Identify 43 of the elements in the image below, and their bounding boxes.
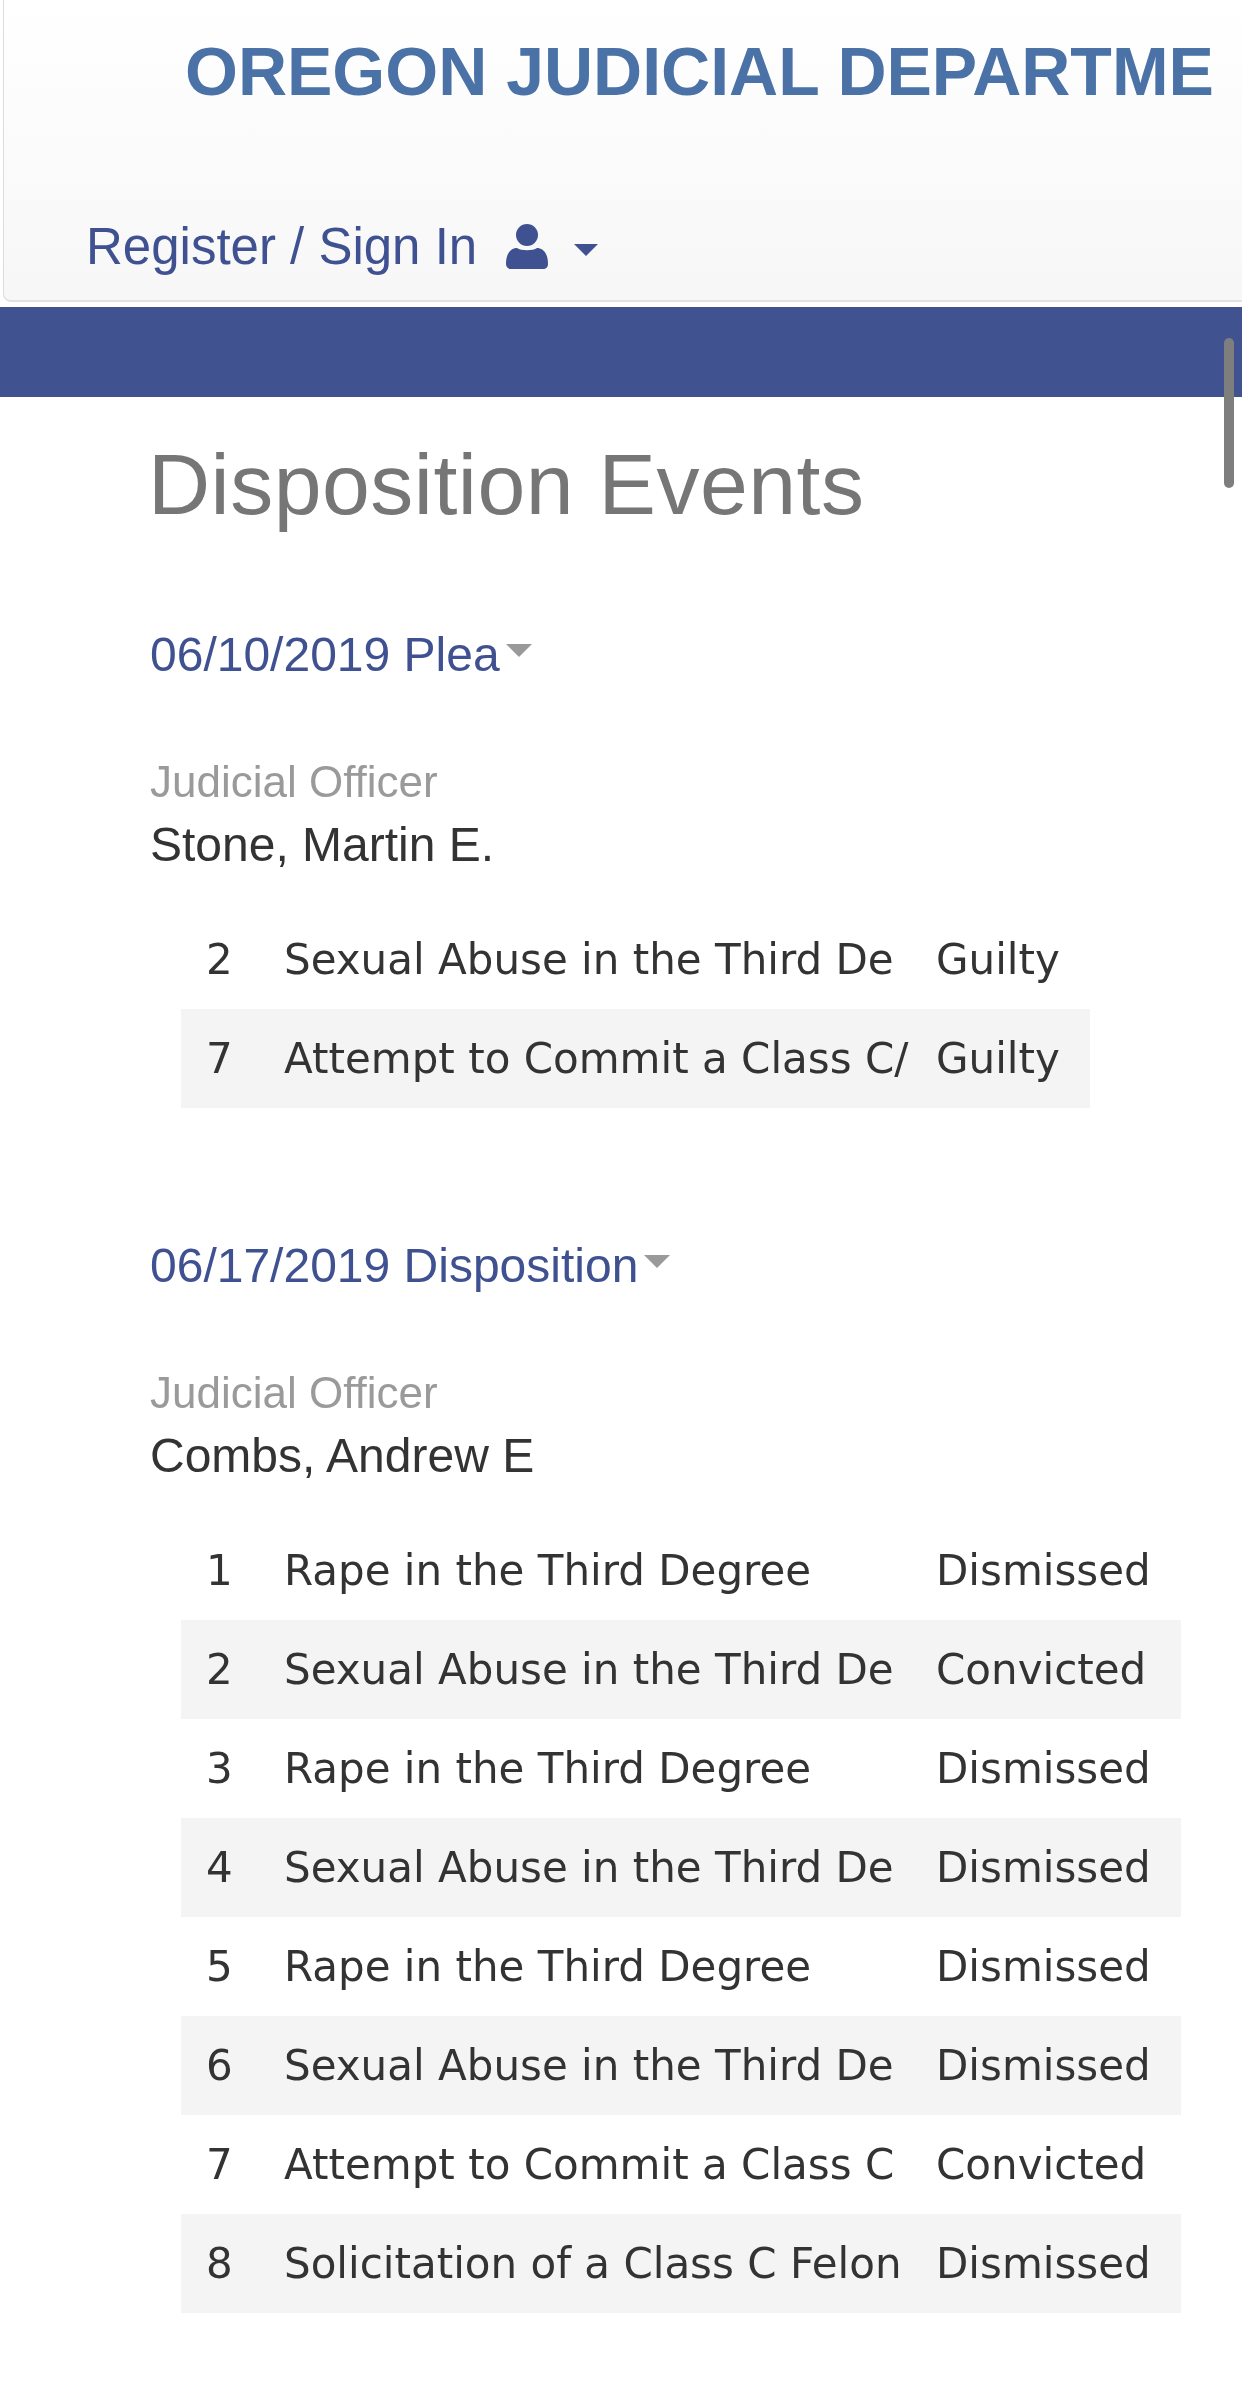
charge-number: 5 — [181, 1917, 284, 2017]
charge-number: 8 — [181, 2214, 284, 2314]
charge-outcome: Guilty — [936, 910, 1090, 1010]
charge-description: Attempt to Commit a Class C/ — [284, 1009, 936, 1109]
charge-number: 2 — [181, 910, 284, 1010]
charge-number: 1 — [181, 1521, 284, 1621]
charge-number: 3 — [181, 1719, 284, 1819]
officer-label: Judicial Officer — [150, 755, 439, 808]
charge-description: Rape in the Third Degree — [284, 1719, 936, 1819]
section-heading: Disposition Events — [148, 435, 866, 534]
officer-name: Combs, Andrew E — [150, 1427, 536, 1484]
charge-description: Sexual Abuse in the Third De — [284, 2016, 936, 2116]
charge-description: Solicitation of a Class C Felon — [284, 2214, 936, 2314]
officer-label: Judicial Officer — [150, 1366, 439, 1419]
charge-outcome: Dismissed — [936, 1818, 1181, 1918]
charge-description: Rape in the Third Degree — [284, 1521, 936, 1621]
site-title: OREGON JUDICIAL DEPARTME — [185, 32, 1214, 111]
event-toggle-link[interactable]: 06/10/2019 Plea — [150, 626, 532, 684]
charge-outcome: Dismissed — [936, 2214, 1181, 2314]
caret-icon — [574, 244, 599, 257]
charge-outcome: Convicted — [936, 1620, 1181, 1720]
account-menu-link[interactable]: Register / Sign In — [86, 215, 599, 277]
charge-outcome: Convicted — [936, 2115, 1181, 2215]
charge-number: 4 — [181, 1818, 284, 1918]
charge-description: Sexual Abuse in the Third De — [284, 910, 936, 1010]
event-toggle-link[interactable]: 06/17/2019 Disposition — [150, 1237, 671, 1295]
charge-number: 2 — [181, 1620, 284, 1720]
charge-outcome: Dismissed — [936, 1719, 1181, 1819]
caret-icon — [505, 644, 532, 658]
user-icon — [506, 223, 549, 269]
charge-description: Sexual Abuse in the Third De — [284, 1818, 936, 1918]
charge-description: Sexual Abuse in the Third De — [284, 1620, 936, 1720]
charge-outcome: Dismissed — [936, 1521, 1181, 1621]
charge-description: Rape in the Third Degree — [284, 1917, 936, 2017]
officer-name: Stone, Martin E. — [150, 816, 496, 873]
charge-number: 6 — [181, 2016, 284, 2116]
charge-outcome: Dismissed — [936, 2016, 1181, 2116]
charge-outcome: Guilty — [936, 1009, 1090, 1109]
charge-outcome: Dismissed — [936, 1917, 1181, 2017]
charge-number: 7 — [181, 1009, 284, 1109]
charge-number: 7 — [181, 2115, 284, 2215]
caret-icon — [644, 1255, 671, 1269]
charge-description: Attempt to Commit a Class C — [284, 2115, 936, 2215]
